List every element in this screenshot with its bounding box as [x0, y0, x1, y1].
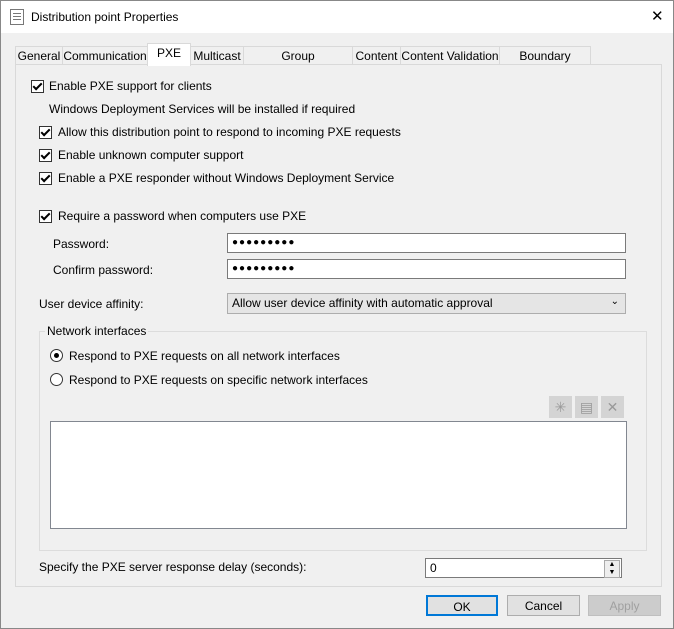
radio-all-label: Respond to PXE requests on all network i…: [69, 349, 340, 363]
enable-pxe-checkbox[interactable]: [31, 80, 44, 93]
network-interfaces-list[interactable]: [50, 421, 627, 529]
tab-group-relationships[interactable]: Group Relationships: [243, 46, 353, 81]
wds-note: Windows Deployment Services will be inst…: [49, 102, 356, 116]
delay-label: Specify the PXE server response delay (s…: [39, 560, 307, 574]
tab-pxe[interactable]: PXE: [147, 43, 191, 66]
tab-content-validation[interactable]: Content Validation: [400, 46, 500, 65]
delay-value: 0: [430, 561, 437, 575]
require-password-label: Require a password when computers use PX…: [58, 209, 307, 223]
unknown-support-checkbox[interactable]: [39, 149, 52, 162]
confirm-password-field[interactable]: ●●●●●●●●●: [227, 259, 626, 279]
network-interfaces-label: Network interfaces: [45, 324, 149, 338]
affinity-label: User device affinity:: [39, 297, 144, 311]
affinity-value: Allow user device affinity with automati…: [232, 296, 493, 310]
password-field[interactable]: ●●●●●●●●●: [227, 233, 626, 253]
tab-communication[interactable]: Communication: [62, 46, 148, 65]
title-bar: Distribution point Properties ✕: [1, 1, 673, 33]
tab-multicast[interactable]: Multicast: [190, 46, 244, 65]
apply-button[interactable]: Apply: [588, 595, 661, 616]
require-password-checkbox[interactable]: [39, 210, 52, 223]
allow-respond-checkbox[interactable]: [39, 126, 52, 139]
tab-general[interactable]: General: [15, 46, 63, 65]
radio-all-interfaces[interactable]: [50, 349, 63, 362]
properties-icon[interactable]: ▤: [575, 396, 598, 418]
new-icon[interactable]: ✳: [549, 396, 572, 418]
affinity-select[interactable]: Allow user device affinity with automati…: [227, 293, 626, 314]
confirm-password-label: Confirm password:: [53, 263, 154, 277]
radio-specific-interfaces[interactable]: [50, 373, 63, 386]
unknown-support-label: Enable unknown computer support: [58, 148, 244, 162]
window-title: Distribution point Properties: [31, 10, 179, 24]
delay-spinner[interactable]: 0 ▲ ▼: [425, 558, 622, 578]
pxe-responder-checkbox[interactable]: [39, 172, 52, 185]
enable-pxe-label: Enable PXE support for clients: [49, 79, 212, 93]
chevron-down-icon: ⌄: [610, 296, 619, 307]
delete-icon[interactable]: ✕: [601, 396, 624, 418]
tab-content[interactable]: Content: [352, 46, 401, 65]
close-icon[interactable]: ✕: [651, 7, 664, 25]
properties-icon: [10, 9, 24, 25]
dialog-window: Distribution point Properties ✕ General …: [0, 0, 674, 629]
allow-respond-label: Allow this distribution point to respond…: [58, 125, 401, 139]
ok-button[interactable]: OK: [426, 595, 498, 616]
pxe-responder-label: Enable a PXE responder without Windows D…: [58, 171, 395, 185]
cancel-button[interactable]: Cancel: [507, 595, 580, 616]
radio-specific-label: Respond to PXE requests on specific netw…: [69, 373, 368, 387]
spin-up-down-icon[interactable]: ▲ ▼: [604, 560, 620, 578]
tab-boundary-groups[interactable]: Boundary Groups: [499, 46, 591, 81]
password-label: Password:: [53, 237, 110, 251]
